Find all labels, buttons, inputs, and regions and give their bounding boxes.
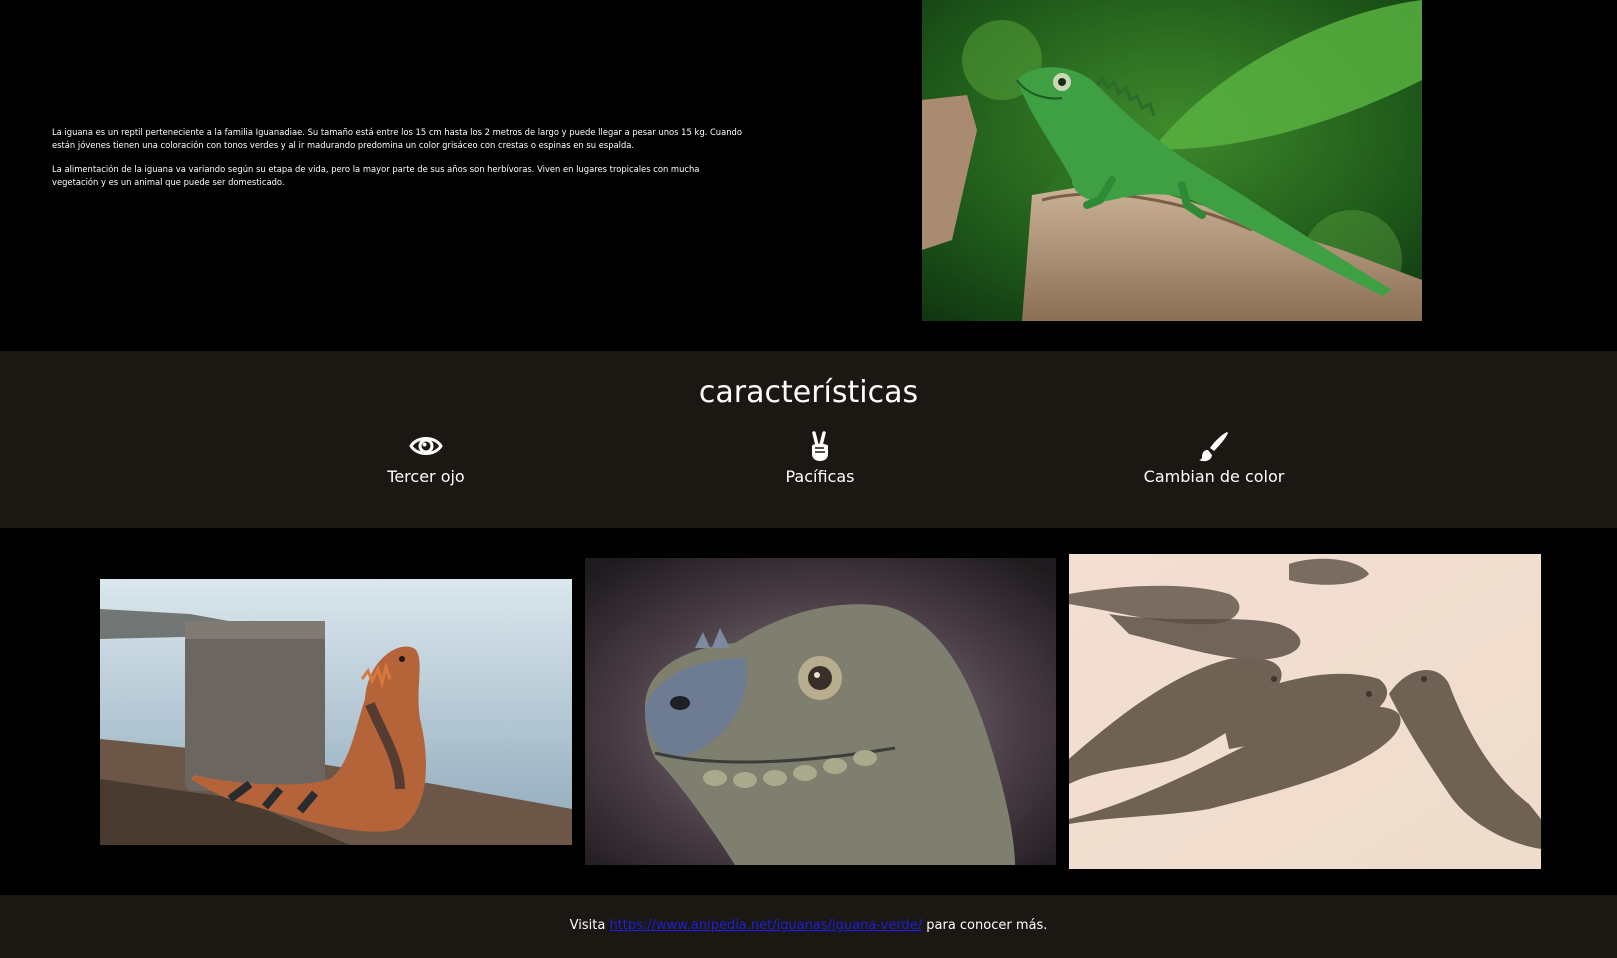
feature-peaceful: Pacíficas — [690, 429, 950, 486]
orange-iguana-photo — [100, 579, 572, 845]
green-iguana-photo — [922, 0, 1422, 321]
feature-change-color: Cambian de color — [1084, 429, 1344, 486]
feature-third-eye: Tercer ojo — [296, 429, 556, 486]
source-link[interactable]: https://www.anipedia.net/iguanas/iguana-… — [609, 918, 922, 933]
footer: Visita https://www.anipedia.net/iguanas/… — [0, 895, 1617, 958]
features-section: características Tercer ojo Pacíficas Cam… — [0, 351, 1617, 528]
intro-paragraph: La alimentación de la iguana va variando… — [52, 164, 700, 187]
feature-label: Tercer ojo — [387, 467, 465, 486]
feature-label: Pacíficas — [785, 467, 855, 486]
paintbrush-icon — [1197, 429, 1231, 463]
feature-label: Cambian de color — [1143, 467, 1285, 486]
footer-prefix: Visita — [569, 918, 606, 933]
peace-hand-icon — [803, 429, 837, 463]
iguana-head-closeup-photo — [585, 558, 1056, 865]
footer-suffix: para conocer más. — [926, 918, 1048, 933]
intro-text: La iguana es un reptil perteneciente a l… — [52, 126, 742, 200]
eye-icon — [409, 429, 443, 463]
intro-paragraph: La iguana es un reptil perteneciente a l… — [52, 127, 742, 150]
intro-section: La iguana es un reptil perteneciente a l… — [0, 0, 1617, 351]
footer-text: Visita https://www.anipedia.net/iguanas/… — [0, 918, 1617, 933]
iguanas-on-sand-photo — [1069, 554, 1541, 869]
features-title: características — [698, 375, 919, 410]
gallery-section — [0, 528, 1617, 895]
